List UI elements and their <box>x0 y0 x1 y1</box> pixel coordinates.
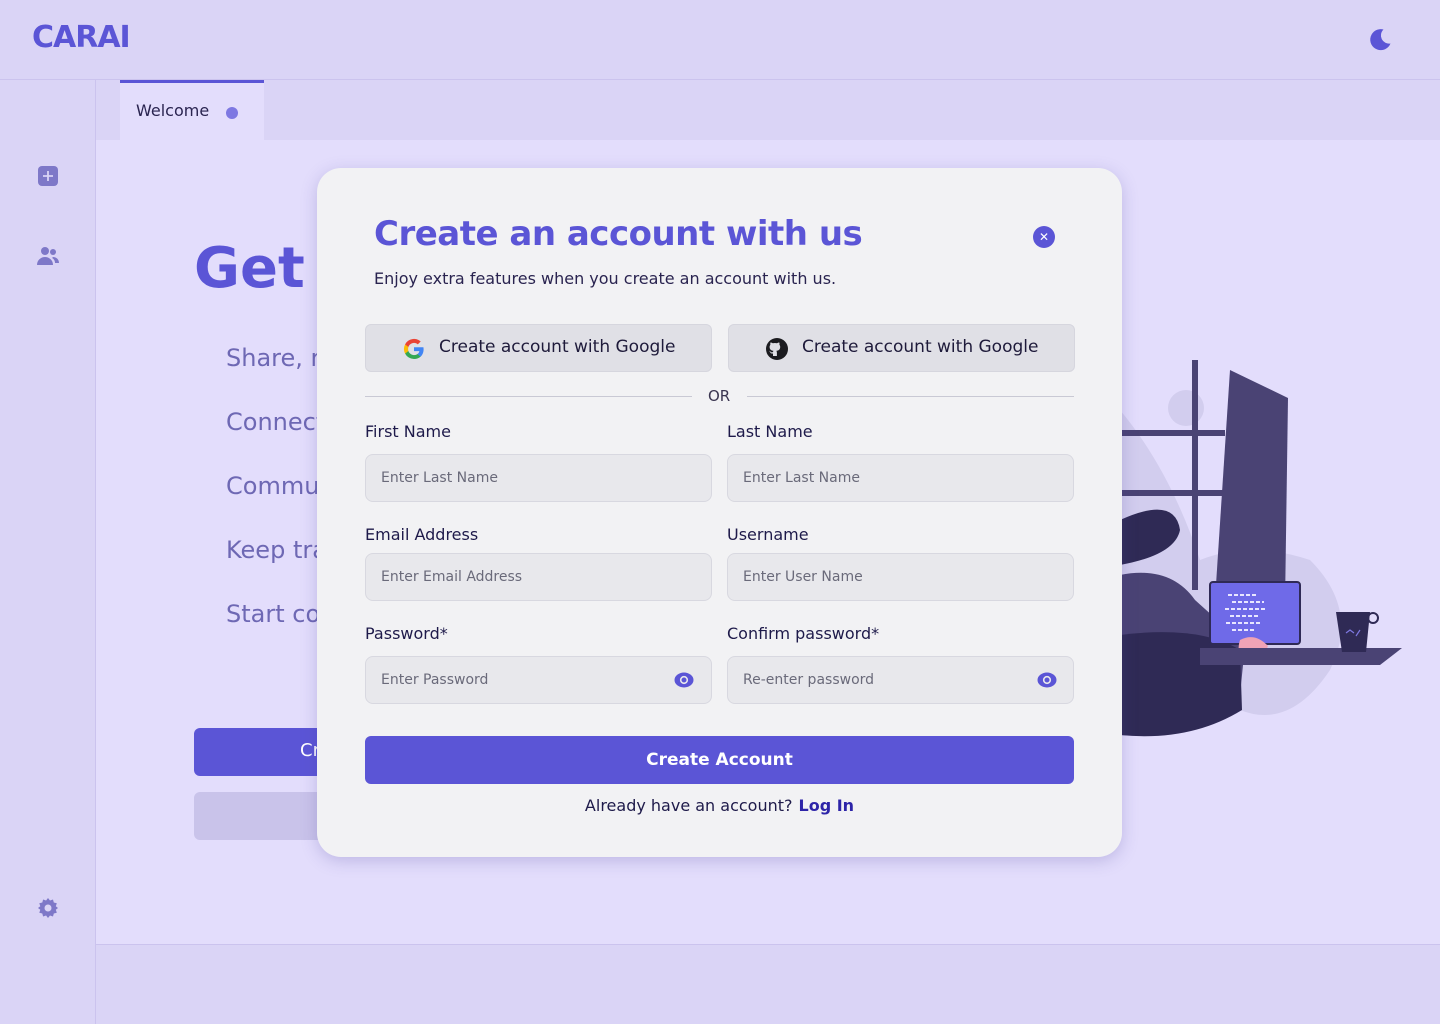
modal-title: Create an account with us <box>374 214 863 254</box>
divider-line <box>747 396 1074 397</box>
developer-illustration <box>1120 360 1402 737</box>
feature-item: Commu <box>226 472 320 500</box>
last-name-input[interactable] <box>727 454 1074 502</box>
app-logo[interactable]: CARAI <box>32 20 131 55</box>
feature-item: Start co <box>226 600 321 628</box>
signup-modal: Create an account with us Enjoy extra fe… <box>317 168 1122 857</box>
github-signup-label: Create account with Google <box>802 337 1039 357</box>
password-input[interactable] <box>365 656 712 704</box>
close-button[interactable]: ✕ <box>1033 226 1055 248</box>
divider-text: OR <box>708 387 731 405</box>
login-prompt-text: Already have an account? <box>584 796 793 815</box>
google-signup-button[interactable]: Create account with Google <box>365 324 712 372</box>
create-account-button[interactable]: Create Account <box>365 736 1074 784</box>
login-prompt-row: Already have an account? Log In <box>317 796 1122 815</box>
first-name-input[interactable] <box>365 454 712 502</box>
show-password-icon[interactable] <box>1037 670 1057 690</box>
username-input[interactable] <box>727 553 1074 601</box>
tab-welcome[interactable]: Welcome <box>120 80 264 140</box>
feature-item: Connect <box>226 408 326 436</box>
feature-item: Keep tra <box>226 536 327 564</box>
users-icon[interactable] <box>36 244 60 268</box>
first-name-label: First Name <box>365 422 451 441</box>
show-password-icon[interactable] <box>674 670 694 690</box>
unsaved-dot-icon <box>226 107 238 119</box>
gear-icon[interactable] <box>36 896 60 920</box>
email-label: Email Address <box>365 525 479 544</box>
top-bar: CARAI <box>0 0 1440 80</box>
status-bar <box>96 944 1440 1024</box>
password-label: Password* <box>365 624 448 643</box>
github-icon <box>766 338 788 360</box>
username-label: Username <box>727 525 809 544</box>
add-square-icon[interactable] <box>36 164 60 188</box>
google-signup-label: Create account with Google <box>439 337 676 357</box>
moon-icon[interactable] <box>1366 26 1394 54</box>
google-icon <box>403 338 424 360</box>
confirm-password-label: Confirm password* <box>727 624 880 643</box>
email-input[interactable] <box>365 553 712 601</box>
tab-strip: Welcome <box>96 80 1440 140</box>
divider-line <box>365 396 692 397</box>
confirm-password-input[interactable] <box>727 656 1074 704</box>
github-signup-button[interactable]: Create account with Google <box>728 324 1075 372</box>
last-name-label: Last Name <box>727 422 813 441</box>
modal-subtitle: Enjoy extra features when you create an … <box>374 269 837 288</box>
tab-label: Welcome <box>136 101 210 120</box>
login-link[interactable]: Log In <box>799 796 855 815</box>
sidebar <box>0 80 96 1024</box>
